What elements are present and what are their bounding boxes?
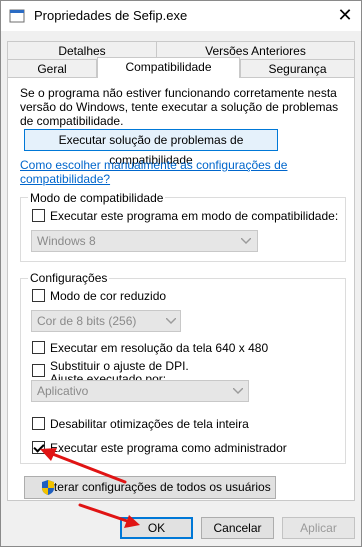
intro-text: Se o programa não estiver funcionando co… bbox=[20, 86, 339, 128]
compat-mode-label: Executar este programa em modo de compat… bbox=[50, 209, 339, 223]
res-640-label: Executar em resolução da tela 640 x 480 bbox=[50, 341, 269, 355]
tab-seguranca[interactable]: Segurança bbox=[240, 59, 355, 78]
close-icon[interactable]: ✕ bbox=[333, 4, 357, 26]
chevron-down-icon bbox=[233, 388, 243, 394]
manual-settings-help-link[interactable]: Como escolher manualmente as configuraçõ… bbox=[20, 158, 320, 186]
compat-os-value: Windows 8 bbox=[37, 234, 96, 248]
run-as-admin-checkbox[interactable] bbox=[32, 441, 45, 454]
run-as-admin-label: Executar este programa como administrado… bbox=[50, 441, 287, 455]
reduced-color-label: Modo de cor reduzido bbox=[50, 289, 167, 303]
uac-shield-icon bbox=[42, 480, 54, 495]
dpi-override-label: Substituir o ajuste de DPI. bbox=[50, 359, 189, 373]
compat-mode-checkbox[interactable] bbox=[32, 209, 45, 222]
run-troubleshooter-button[interactable]: Executar solução de problemas de compati… bbox=[24, 129, 278, 167]
chevron-down-icon bbox=[241, 238, 251, 244]
color-depth-value: Cor de 8 bits (256) bbox=[37, 314, 137, 328]
settings-legend: Configurações bbox=[28, 271, 110, 285]
app-icon bbox=[9, 8, 25, 24]
disable-fullscreen-label: Desabilitar otimizações de tela inteira bbox=[50, 417, 249, 431]
dpi-scaling-dropdown[interactable]: Aplicativo bbox=[31, 380, 249, 402]
disable-fullscreen-checkbox[interactable] bbox=[32, 417, 45, 430]
dpi-override-checkbox[interactable] bbox=[32, 364, 45, 377]
cancel-button[interactable]: Cancelar bbox=[201, 517, 274, 539]
compat-os-dropdown[interactable]: Windows 8 bbox=[31, 230, 258, 252]
tab-compatibilidade[interactable]: Compatibilidade bbox=[97, 57, 240, 78]
dpi-scaling-value: Aplicativo bbox=[37, 384, 89, 398]
change-all-users-label: Alterar configurações de todos os usuári… bbox=[43, 480, 271, 494]
apply-button[interactable]: Aplicar bbox=[282, 517, 355, 539]
reduced-color-checkbox[interactable] bbox=[32, 289, 45, 302]
color-depth-dropdown[interactable]: Cor de 8 bits (256) bbox=[31, 310, 181, 332]
dpi-override-sublabel: Ajuste executado por: bbox=[50, 372, 167, 380]
change-all-users-button[interactable]: Alterar configurações de todos os usuári… bbox=[24, 476, 276, 499]
ok-button[interactable]: OK bbox=[120, 517, 193, 539]
res-640-checkbox[interactable] bbox=[32, 341, 45, 354]
compatibility-mode-legend: Modo de compatibilidade bbox=[28, 191, 166, 205]
tab-geral[interactable]: Geral bbox=[7, 59, 97, 78]
chevron-down-icon bbox=[166, 318, 176, 324]
window-title: Propriedades de Sefip.exe bbox=[34, 8, 188, 23]
